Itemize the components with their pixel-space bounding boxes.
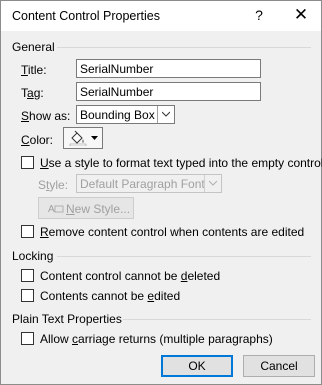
use-style-label: Use a style to format text typed into th… bbox=[40, 156, 322, 170]
tag-label: Tag: bbox=[21, 86, 44, 100]
cancel-button[interactable]: Cancel bbox=[243, 355, 315, 377]
plain-text-heading: Plain Text Properties bbox=[12, 312, 122, 326]
allow-carriage-returns-label: Allow carriage returns (multiple paragra… bbox=[40, 332, 273, 346]
use-style-checkbox[interactable] bbox=[21, 156, 34, 169]
locking-divider bbox=[57, 256, 311, 257]
dialog-title: Content Control Properties bbox=[12, 9, 160, 23]
cannot-delete-checkbox[interactable] bbox=[21, 269, 34, 282]
dropdown-triangle-icon bbox=[91, 136, 98, 140]
new-style-button[interactable]: A New Style... bbox=[38, 197, 134, 219]
help-button[interactable]: ? bbox=[252, 7, 266, 25]
title-bar: Content Control Properties ? ✕ bbox=[1, 1, 321, 31]
locking-heading: Locking bbox=[12, 249, 54, 263]
cannot-edit-label: Contents cannot be edited bbox=[40, 289, 181, 303]
color-picker-button[interactable] bbox=[63, 127, 103, 149]
allow-carriage-returns-checkbox[interactable] bbox=[21, 332, 34, 345]
title-input[interactable]: SerialNumber bbox=[76, 59, 261, 78]
tag-input[interactable]: SerialNumber bbox=[76, 82, 261, 101]
title-label: Title: bbox=[21, 63, 47, 77]
svg-text:A: A bbox=[48, 204, 55, 213]
style-select[interactable]: Default Paragraph Font bbox=[76, 174, 222, 193]
plain-text-divider bbox=[123, 319, 311, 320]
cannot-delete-label: Content control cannot be deleted bbox=[40, 269, 221, 283]
remove-control-checkbox[interactable] bbox=[21, 225, 34, 238]
remove-control-label: Remove content control when contents are… bbox=[40, 225, 305, 239]
style-label: Style: bbox=[38, 178, 69, 192]
show-as-label: Show as: bbox=[21, 109, 71, 123]
new-style-icon: A bbox=[48, 204, 64, 213]
ok-button[interactable]: OK bbox=[161, 355, 233, 377]
general-heading: General bbox=[12, 40, 55, 54]
cannot-edit-checkbox[interactable] bbox=[21, 289, 34, 302]
show-as-select[interactable]: Bounding Box bbox=[76, 105, 175, 124]
chevron-down-icon bbox=[204, 175, 221, 192]
chevron-down-icon bbox=[157, 106, 174, 123]
content-control-properties-dialog: Content Control Properties ? ✕ General T… bbox=[0, 0, 322, 385]
color-label: Color: bbox=[21, 133, 54, 147]
general-divider bbox=[57, 47, 311, 48]
style-value: Default Paragraph Font bbox=[80, 177, 205, 191]
close-button[interactable]: ✕ bbox=[291, 5, 311, 25]
new-style-label: New Style... bbox=[66, 202, 131, 216]
show-as-value: Bounding Box bbox=[80, 108, 155, 122]
paint-bucket-icon bbox=[69, 130, 87, 146]
